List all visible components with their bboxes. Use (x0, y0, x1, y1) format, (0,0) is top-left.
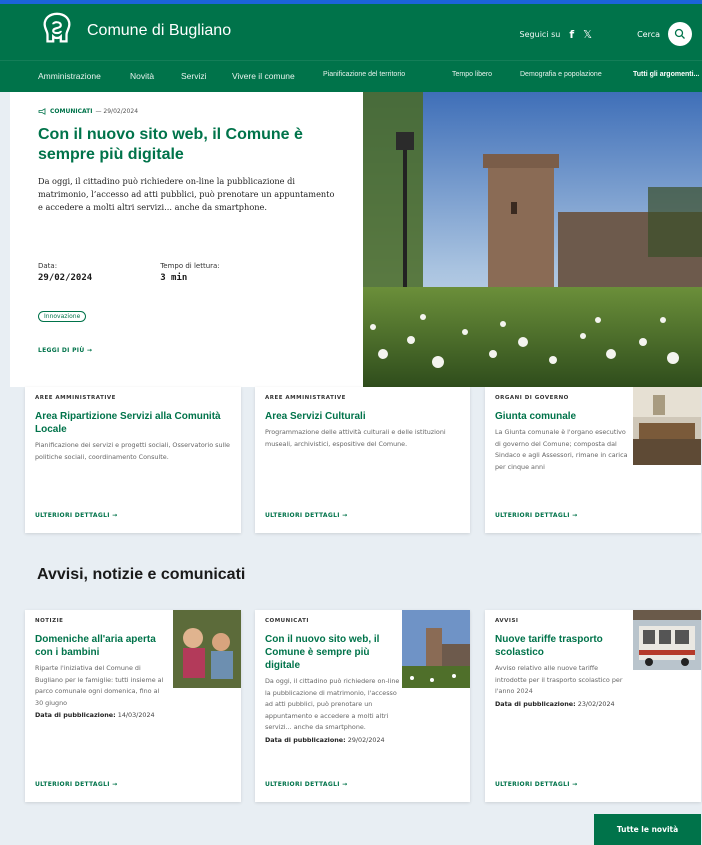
nav-item-servizi[interactable]: Servizi (181, 71, 207, 81)
children-photo (173, 610, 241, 688)
read-more-link[interactable]: LEGGI DI PIÙ → (38, 347, 92, 354)
card-title[interactable]: Area Servizi Culturali (265, 410, 460, 423)
details-link[interactable]: ULTERIORI DETTAGLI → (495, 512, 577, 519)
date-value: 29/02/2024 (347, 735, 385, 744)
date-value: 23/02/2024 (577, 699, 615, 708)
nav-item-vivere[interactable]: Vivere il comune (232, 71, 295, 81)
hero: COMUNICATI — 29/02/2024 Con il nuovo sit… (10, 92, 702, 387)
card-description: La Giunta comunale è l'organo esecutivo … (495, 428, 628, 471)
main-nav: Amministrazione Novità Servizi Vivere il… (0, 60, 702, 92)
hero-category: COMUNICATI — 29/02/2024 (38, 108, 335, 115)
details-link[interactable]: ULTERIORI DETTAGLI → (265, 781, 347, 788)
council-room-photo (633, 387, 701, 465)
search-area[interactable]: Cerca (637, 22, 692, 46)
nav-item-pianificazione[interactable]: Pianificazione del territorio (323, 71, 405, 78)
card-description: Avviso relativo alle nuove tariffe intro… (495, 664, 623, 695)
reading-time-value: 3 min (160, 273, 188, 283)
hero-text: COMUNICATI — 29/02/2024 Con il nuovo sit… (10, 92, 363, 387)
date-label: Data di pubblicazione: (35, 711, 116, 719)
area-card[interactable]: AREE AMMINISTRATIVE Area Servizi Cultura… (255, 387, 470, 533)
card-type: AREE AMMINISTRATIVE (265, 395, 346, 401)
area-card[interactable]: AREE AMMINISTRATIVE Area Ripartizione Se… (25, 387, 241, 533)
facebook-icon[interactable]: f (569, 28, 574, 41)
social-links: Seguici su f 𝕏 (520, 28, 592, 41)
section-title: Avvisi, notizie e comunicati (37, 566, 246, 583)
card-title[interactable]: Area Ripartizione Servizi alla Comunità … (35, 410, 231, 436)
nav-item-demografia[interactable]: Demografia e popolazione (520, 71, 602, 78)
details-link[interactable]: ULTERIORI DETTAGLI → (265, 512, 347, 519)
card-description: Programmazione delle attività culturali … (265, 428, 446, 448)
card-thumbnail (633, 610, 701, 670)
hero-image (363, 92, 702, 387)
publication-date: Data di pubblicazione: 14/03/2024 (35, 711, 231, 719)
news-card[interactable]: NOTIZIE Domeniche all'aria aperta con i … (25, 610, 241, 802)
nav-item-tempo-libero[interactable]: Tempo libero (452, 71, 492, 78)
megaphone-icon (38, 108, 46, 115)
card-thumbnail (633, 387, 701, 465)
details-link[interactable]: ULTERIORI DETTAGLI → (495, 781, 577, 788)
card-title[interactable]: Domeniche all'aria aperta con i bambini (35, 633, 165, 659)
card-description: Da oggi, il cittadino può richiedere on-… (265, 677, 400, 731)
hero-category-label[interactable]: COMUNICATI (50, 108, 93, 115)
search-button[interactable] (668, 22, 692, 46)
details-link[interactable]: ULTERIORI DETTAGLI → (35, 781, 117, 788)
news-card[interactable]: COMUNICATI Con il nuovo sito web, il Com… (255, 610, 470, 802)
date-value: 14/03/2024 (117, 711, 155, 719)
site-name[interactable]: Comune di Bugliano (87, 22, 231, 40)
search-label[interactable]: Cerca (637, 30, 660, 39)
card-type: AREE AMMINISTRATIVE (35, 395, 116, 401)
card-description: Pianificazione dei servizi e progetti so… (35, 441, 230, 461)
logo-icon[interactable] (38, 10, 76, 48)
follow-label: Seguici su (519, 30, 561, 39)
x-icon[interactable]: 𝕏 (583, 28, 592, 41)
tag-innovazione[interactable]: Innovazione (38, 311, 87, 322)
details-link[interactable]: ULTERIORI DETTAGLI → (35, 512, 117, 519)
bus-photo (633, 610, 701, 670)
date-label: Data di pubblicazione: (265, 735, 346, 744)
date-label: Data: (38, 262, 58, 270)
publication-date: Data di pubblicazione: 23/02/2024 (495, 700, 691, 708)
reading-time-label: Tempo di lettura: (160, 262, 220, 270)
hero-meta: Data: 29/02/2024 Tempo di lettura: 3 min (38, 262, 220, 283)
nav-item-amministrazione[interactable]: Amministrazione (38, 71, 101, 81)
card-description: Riparte l'iniziativa del Comune di Bugli… (35, 664, 164, 707)
hero-date-inline: — 29/02/2024 (95, 108, 139, 115)
area-card[interactable]: ORGANI DI GOVERNO Giunta comunale La Giu… (485, 387, 701, 533)
publication-date: Data di pubblicazione: 29/02/2024 (265, 736, 460, 744)
hero-title[interactable]: Con il nuovo sito web, il Comune è sempr… (38, 125, 335, 165)
search-icon (674, 28, 685, 39)
news-card[interactable]: AVVISI Nuove tariffe trasporto scolastic… (485, 610, 701, 802)
nav-item-novita[interactable]: Novità (130, 71, 154, 81)
card-title[interactable]: Nuove tariffe trasporto scolastico (495, 633, 625, 659)
castle-photo (363, 92, 702, 387)
card-thumbnail (402, 610, 470, 688)
nav-item-argomenti[interactable]: Tutti gli argomenti... (633, 71, 699, 78)
card-title[interactable]: Con il nuovo sito web, il Comune è sempr… (265, 633, 395, 672)
card-title[interactable]: Giunta comunale (495, 410, 625, 423)
card-thumbnail (173, 610, 241, 688)
date-value: 29/02/2024 (38, 273, 93, 283)
all-news-button[interactable]: Tutte le novità (594, 814, 701, 845)
hero-description: Da oggi, il cittadino può richiedere on-… (38, 176, 335, 212)
date-label: Data di pubblicazione: (495, 699, 576, 708)
castle-thumb-photo (402, 610, 470, 688)
site-header: Comune di Bugliano Seguici su f 𝕏 Cerca (0, 4, 702, 60)
